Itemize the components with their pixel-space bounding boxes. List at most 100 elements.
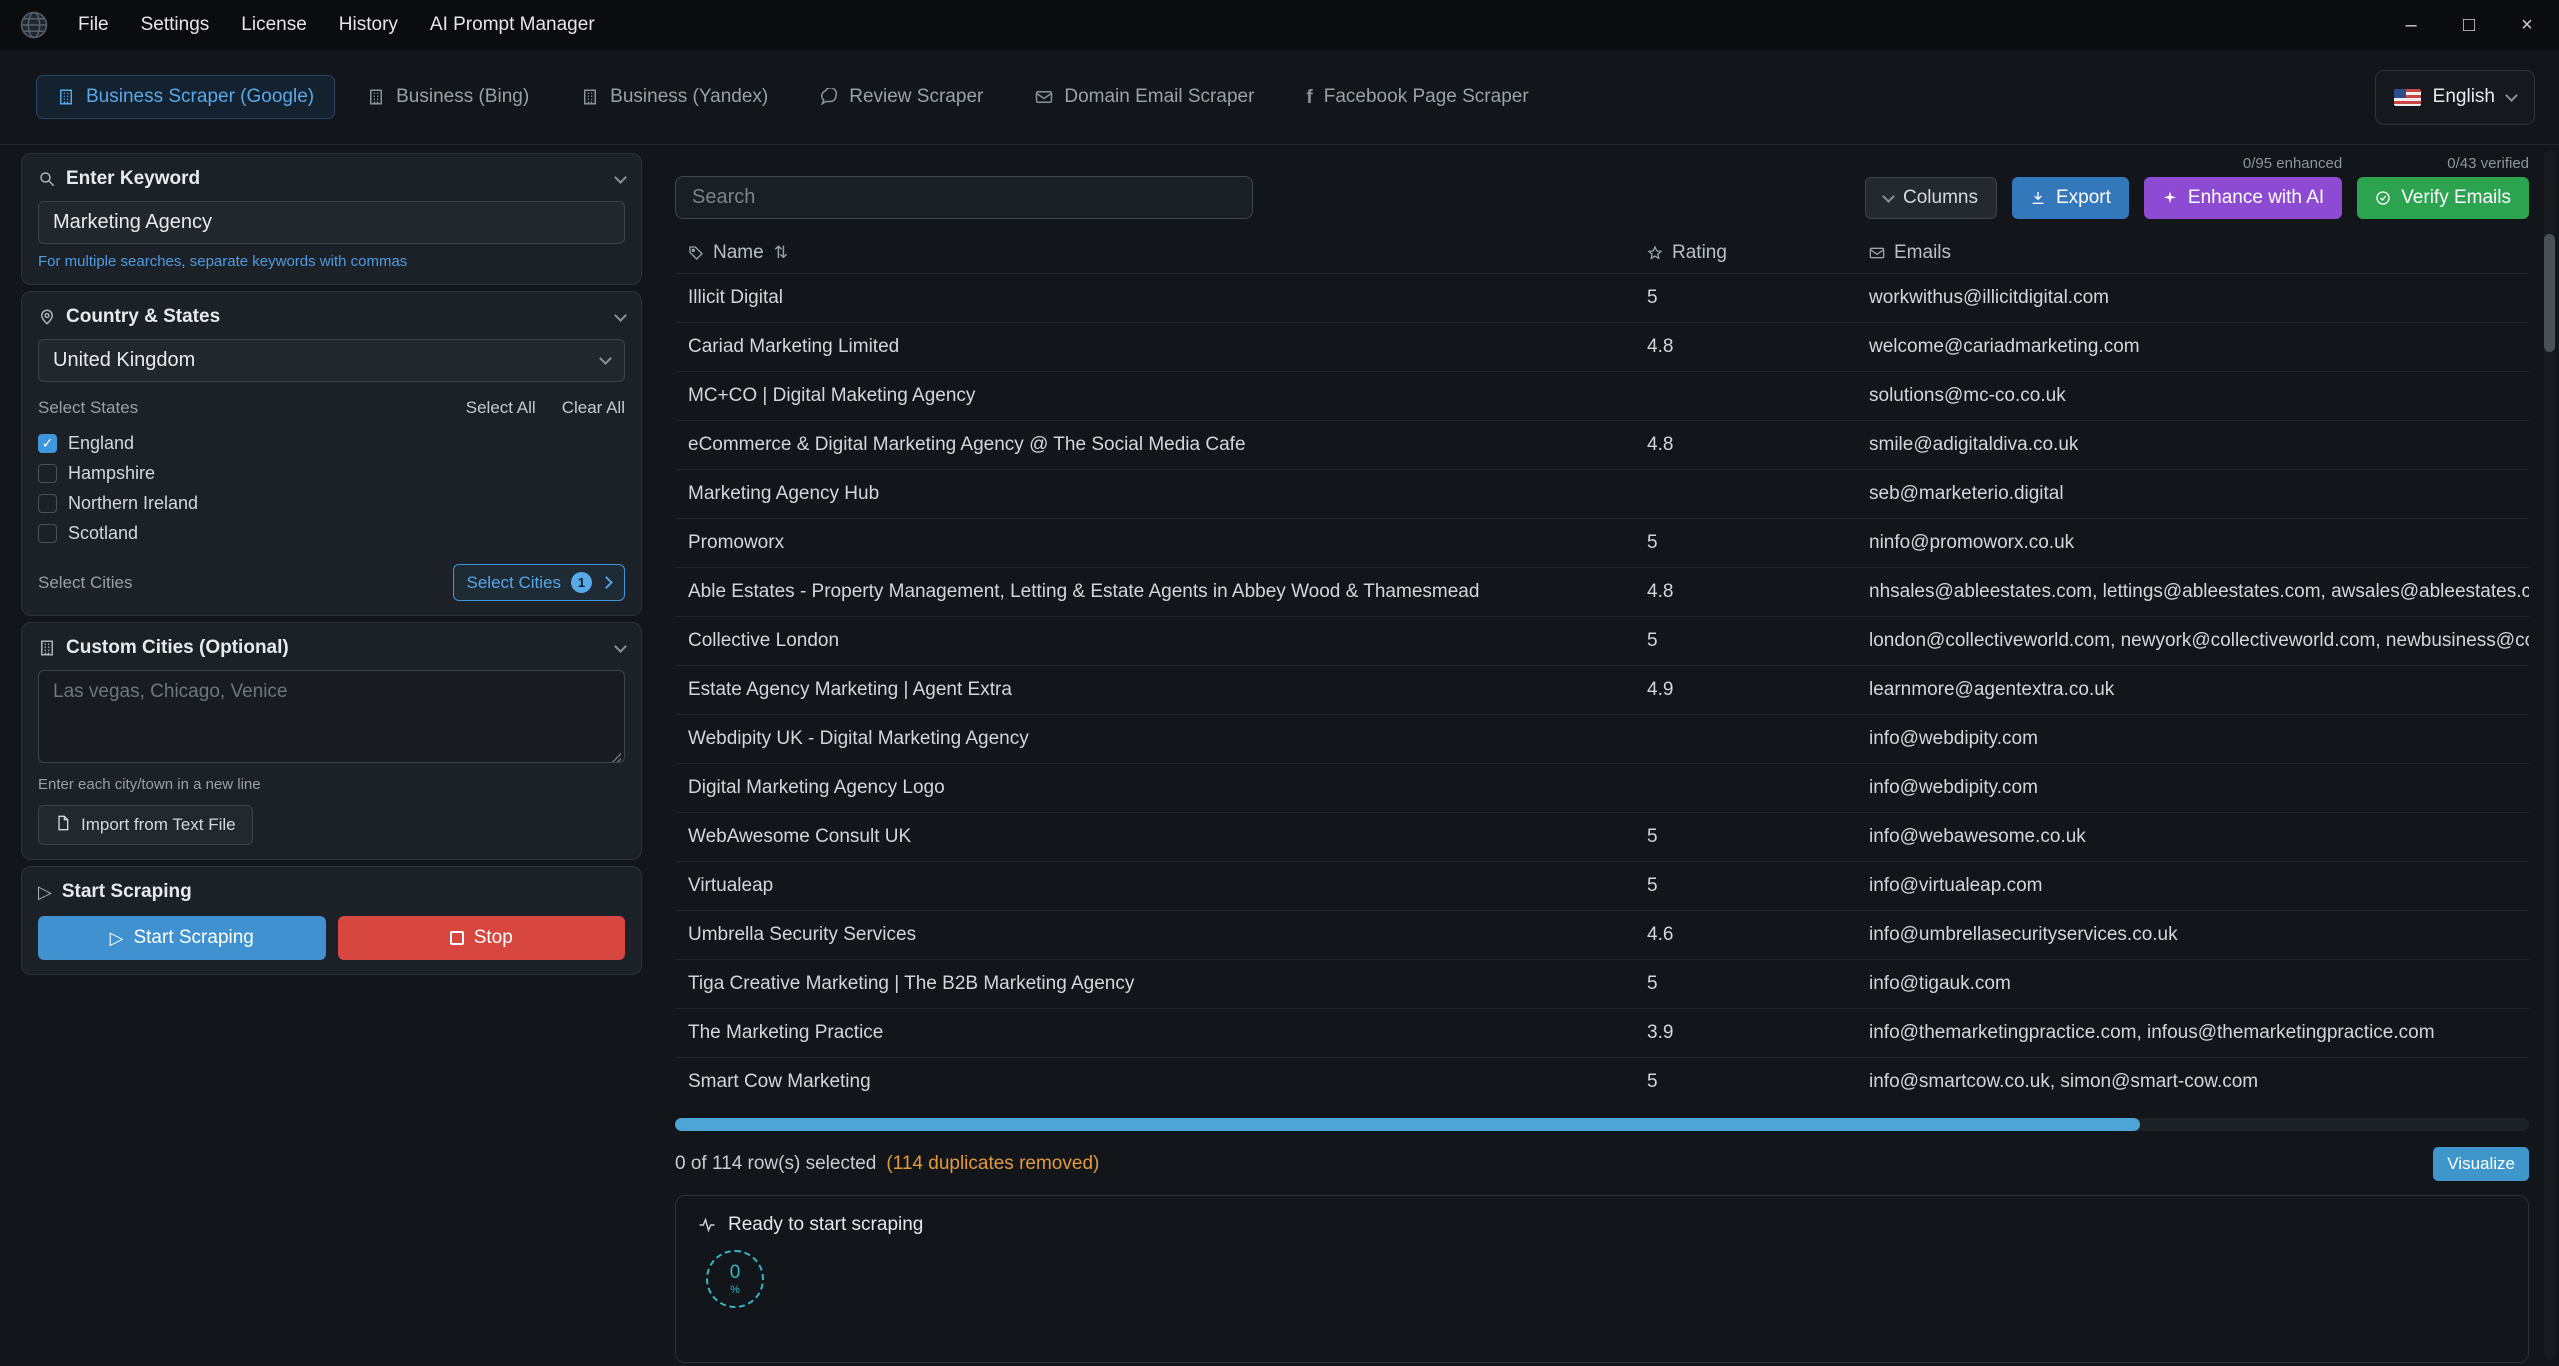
cell-rating: 4.6 (1647, 924, 1869, 946)
column-rating-label: Rating (1672, 242, 1727, 264)
cities-row: Select Cities Select Cities 1 (38, 564, 625, 601)
building-icon (38, 639, 56, 657)
stop-button[interactable]: Stop (338, 916, 626, 960)
cell-emails: nhsales@ableestates.com, lettings@ablees… (1869, 581, 2529, 603)
menu-license[interactable]: License (241, 14, 307, 36)
columns-button[interactable]: Columns (1865, 177, 1997, 219)
table-row[interactable]: Collective London5london@collectiveworld… (675, 616, 2529, 665)
tab-domain-email-scraper[interactable]: Domain Email Scraper (1015, 75, 1274, 119)
building-icon (581, 88, 599, 106)
verified-count: 0/43 verified (2447, 155, 2529, 172)
column-header-name[interactable]: Name ⇅ (688, 242, 1647, 264)
import-from-file-button[interactable]: Import from Text File (38, 805, 253, 845)
cell-emails: info@webdipity.com (1869, 728, 2529, 750)
select-cities-button-label: Select Cities (467, 573, 561, 593)
language-selector[interactable]: English (2375, 70, 2535, 125)
location-pin-icon (38, 308, 56, 326)
table-row[interactable]: Tiga Creative Marketing | The B2B Market… (675, 959, 2529, 1008)
column-name-label: Name (713, 242, 764, 264)
tab-business-scraper-google-[interactable]: Business Scraper (Google) (36, 75, 335, 119)
country-select[interactable]: United Kingdom (38, 339, 625, 382)
select-cities-button[interactable]: Select Cities 1 (453, 564, 625, 601)
table-row[interactable]: Umbrella Security Services4.6info@umbrel… (675, 910, 2529, 959)
state-option-scotland[interactable]: Scotland (38, 518, 625, 548)
clear-all-link[interactable]: Clear All (562, 398, 625, 418)
cell-rating: 5 (1647, 1071, 1869, 1093)
column-header-rating[interactable]: Rating (1647, 242, 1869, 264)
facebook-icon: f (1306, 88, 1312, 107)
custom-cities-header[interactable]: Custom Cities (Optional) (38, 637, 625, 659)
table-row[interactable]: Illicit Digital5workwithus@illicitdigita… (675, 273, 2529, 322)
menu-file[interactable]: File (78, 14, 109, 36)
cell-name: Umbrella Security Services (688, 924, 1647, 946)
table-row[interactable]: Marketing Agency Hubseb@marketerio.digit… (675, 469, 2529, 518)
table-row[interactable]: Able Estates - Property Management, Lett… (675, 567, 2529, 616)
tab-label: Business (Bing) (396, 86, 529, 108)
tab-business-yandex-[interactable]: Business (Yandex) (561, 75, 788, 119)
keyword-input[interactable] (38, 201, 625, 244)
table-row[interactable]: Smart Cow Marketing5info@smartcow.co.uk,… (675, 1057, 2529, 1106)
cell-rating: 4.8 (1647, 434, 1869, 456)
sparkle-icon (2162, 190, 2178, 206)
menu-history[interactable]: History (339, 14, 398, 36)
chevron-down-icon[interactable] (614, 309, 627, 322)
sort-icon[interactable]: ⇅ (774, 243, 788, 263)
table-row[interactable]: Estate Agency Marketing | Agent Extra4.9… (675, 665, 2529, 714)
checkbox-icon[interactable] (38, 524, 57, 543)
chevron-right-icon (600, 576, 613, 589)
keyword-panel-header[interactable]: Enter Keyword (38, 168, 625, 190)
horizontal-scrollbar[interactable] (675, 1118, 2529, 1131)
enhance-with-ai-button[interactable]: Enhance with AI (2144, 177, 2342, 219)
verify-emails-button[interactable]: Verify Emails (2357, 177, 2529, 219)
checkbox-icon[interactable]: ✓ (38, 434, 57, 453)
minimize-button[interactable]: – (2397, 14, 2425, 37)
start-scraping-button[interactable]: ▷ Start Scraping (38, 916, 326, 960)
country-panel-header[interactable]: Country & States (38, 306, 625, 328)
cell-name: Cariad Marketing Limited (688, 336, 1647, 358)
tab-label: Facebook Page Scraper (1324, 86, 1529, 108)
tab-label: Review Scraper (849, 86, 983, 108)
table-row[interactable]: The Marketing Practice3.9info@themarketi… (675, 1008, 2529, 1057)
checkbox-icon[interactable] (38, 494, 57, 513)
vertical-scrollbar-thumb[interactable] (2544, 234, 2555, 352)
chevron-down-icon[interactable] (614, 171, 627, 184)
table-row[interactable]: Webdipity UK - Digital Marketing Agencyi… (675, 714, 2529, 763)
menu-ai-prompt-manager[interactable]: AI Prompt Manager (430, 14, 595, 36)
tab-business-bing-[interactable]: Business (Bing) (347, 75, 549, 119)
state-option-hampshire[interactable]: Hampshire (38, 458, 625, 488)
country-panel-title: Country & States (66, 306, 220, 328)
table-row[interactable]: Promoworx5ninfo@promoworx.co.uk (675, 518, 2529, 567)
scraping-panel: ▷ Start Scraping ▷ Start Scraping Stop (21, 866, 642, 975)
table-row[interactable]: WebAwesome Consult UK5info@webawesome.co… (675, 812, 2529, 861)
menu-settings[interactable]: Settings (141, 14, 210, 36)
table-row[interactable]: Digital Marketing Agency Logoinfo@webdip… (675, 763, 2529, 812)
export-button[interactable]: Export (2012, 177, 2129, 219)
search-input[interactable] (675, 176, 1253, 219)
toolbar: Columns Export 0/95 enhanced Enhance wit… (675, 155, 2529, 219)
table-row[interactable]: Virtualeap5info@virtualeap.com (675, 861, 2529, 910)
tab-facebook-page-scraper[interactable]: f Facebook Page Scraper (1286, 75, 1548, 119)
close-button[interactable]: × (2513, 14, 2541, 37)
chevron-down-icon[interactable] (614, 640, 627, 653)
state-label: England (68, 433, 134, 454)
cell-emails: info@tigauk.com (1869, 973, 2529, 995)
select-all-link[interactable]: Select All (466, 398, 536, 418)
state-option-england[interactable]: ✓ England (38, 428, 625, 458)
maximize-button[interactable]: □ (2455, 14, 2483, 37)
progress-circle: 0 % (706, 1250, 764, 1308)
horizontal-scrollbar-thumb[interactable] (675, 1118, 2140, 1131)
verify-label: Verify Emails (2401, 187, 2511, 209)
column-header-emails[interactable]: Emails (1869, 242, 2529, 264)
keyword-panel: Enter Keyword For multiple searches, sep… (21, 153, 642, 285)
cell-emails: workwithus@illicitdigital.com (1869, 287, 2529, 309)
building-icon (367, 88, 385, 106)
custom-cities-textarea[interactable] (38, 670, 625, 763)
visualize-button[interactable]: Visualize (2433, 1147, 2529, 1181)
table-row[interactable]: eCommerce & Digital Marketing Agency @ T… (675, 420, 2529, 469)
checkbox-icon[interactable] (38, 464, 57, 483)
cell-emails: london@collectiveworld.com, newyork@coll… (1869, 630, 2529, 652)
state-option-northern-ireland[interactable]: Northern Ireland (38, 488, 625, 518)
table-row[interactable]: MC+CO | Digital Maketing Agencysolutions… (675, 371, 2529, 420)
tab-review-scraper[interactable]: Review Scraper (800, 75, 1003, 119)
table-row[interactable]: Cariad Marketing Limited4.8welcome@caria… (675, 322, 2529, 371)
